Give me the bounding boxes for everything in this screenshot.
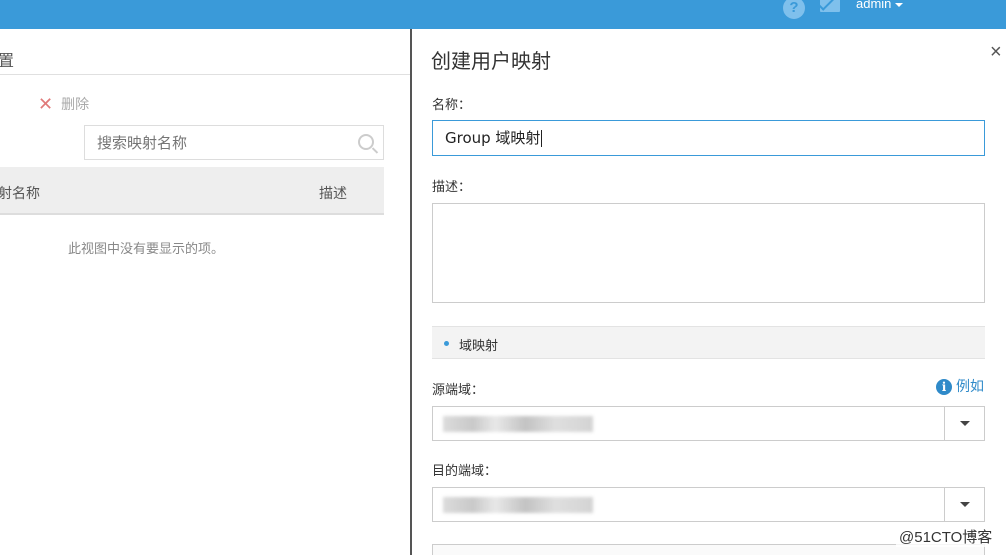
- text-cursor: [541, 130, 543, 147]
- delete-button[interactable]: ✕ 删除: [38, 93, 89, 114]
- redacted-value: [443, 497, 593, 513]
- caret-down-icon: [895, 2, 904, 7]
- name-value: Group 域映射: [445, 129, 541, 147]
- chevron-down-icon[interactable]: [944, 407, 984, 440]
- description-field[interactable]: [432, 203, 985, 303]
- mail-icon[interactable]: [820, 0, 840, 12]
- name-field[interactable]: Group 域映射: [432, 120, 985, 156]
- help-icon[interactable]: ?: [783, 0, 805, 19]
- info-icon: i: [936, 379, 952, 395]
- target-domain-select[interactable]: [432, 487, 985, 522]
- close-icon[interactable]: ×: [990, 41, 1002, 64]
- redacted-value: [443, 416, 593, 432]
- description-label: 描述：: [432, 179, 472, 194]
- column-header-name[interactable]: 射名称: [0, 183, 40, 203]
- page-title: 置: [0, 53, 15, 70]
- chevron-down-icon[interactable]: [944, 488, 984, 521]
- column-header-description[interactable]: 描述: [319, 183, 347, 203]
- source-domain-select[interactable]: [432, 406, 985, 441]
- empty-message: 此视图中没有要显示的项。: [68, 241, 225, 256]
- example-label: 例如: [956, 378, 984, 394]
- delete-label: 删除: [61, 96, 90, 112]
- top-bar: ? admin: [0, 0, 1006, 29]
- delete-icon: ✕: [38, 94, 54, 114]
- search-box: [84, 125, 384, 160]
- mapping-list-pane: 置 ✕ 删除 射名称 描述 此视图中没有要显示的项。: [0, 29, 410, 555]
- create-mapping-panel: 创建用户映射 × 名称： Group 域映射 描述： 域映射 源端域： i 例如 …: [412, 29, 1006, 555]
- example-link[interactable]: i 例如: [936, 376, 984, 396]
- source-domain-label: 源端域：: [432, 382, 485, 397]
- target-domain-label: 目的端域：: [432, 463, 498, 478]
- search-input[interactable]: [85, 126, 335, 159]
- name-label: 名称：: [432, 97, 472, 112]
- bullet-icon: [444, 341, 449, 346]
- watermark: @51CTO博客: [896, 526, 996, 547]
- domain-mapping-section: 域映射: [432, 326, 985, 359]
- section-label: 域映射: [459, 338, 499, 353]
- divider: [0, 74, 410, 75]
- table-header: 射名称 描述: [0, 167, 384, 215]
- panel-title: 创建用户映射: [431, 51, 551, 73]
- user-name: admin: [856, 0, 892, 11]
- search-icon[interactable]: [358, 134, 374, 150]
- user-menu[interactable]: admin: [856, 0, 904, 11]
